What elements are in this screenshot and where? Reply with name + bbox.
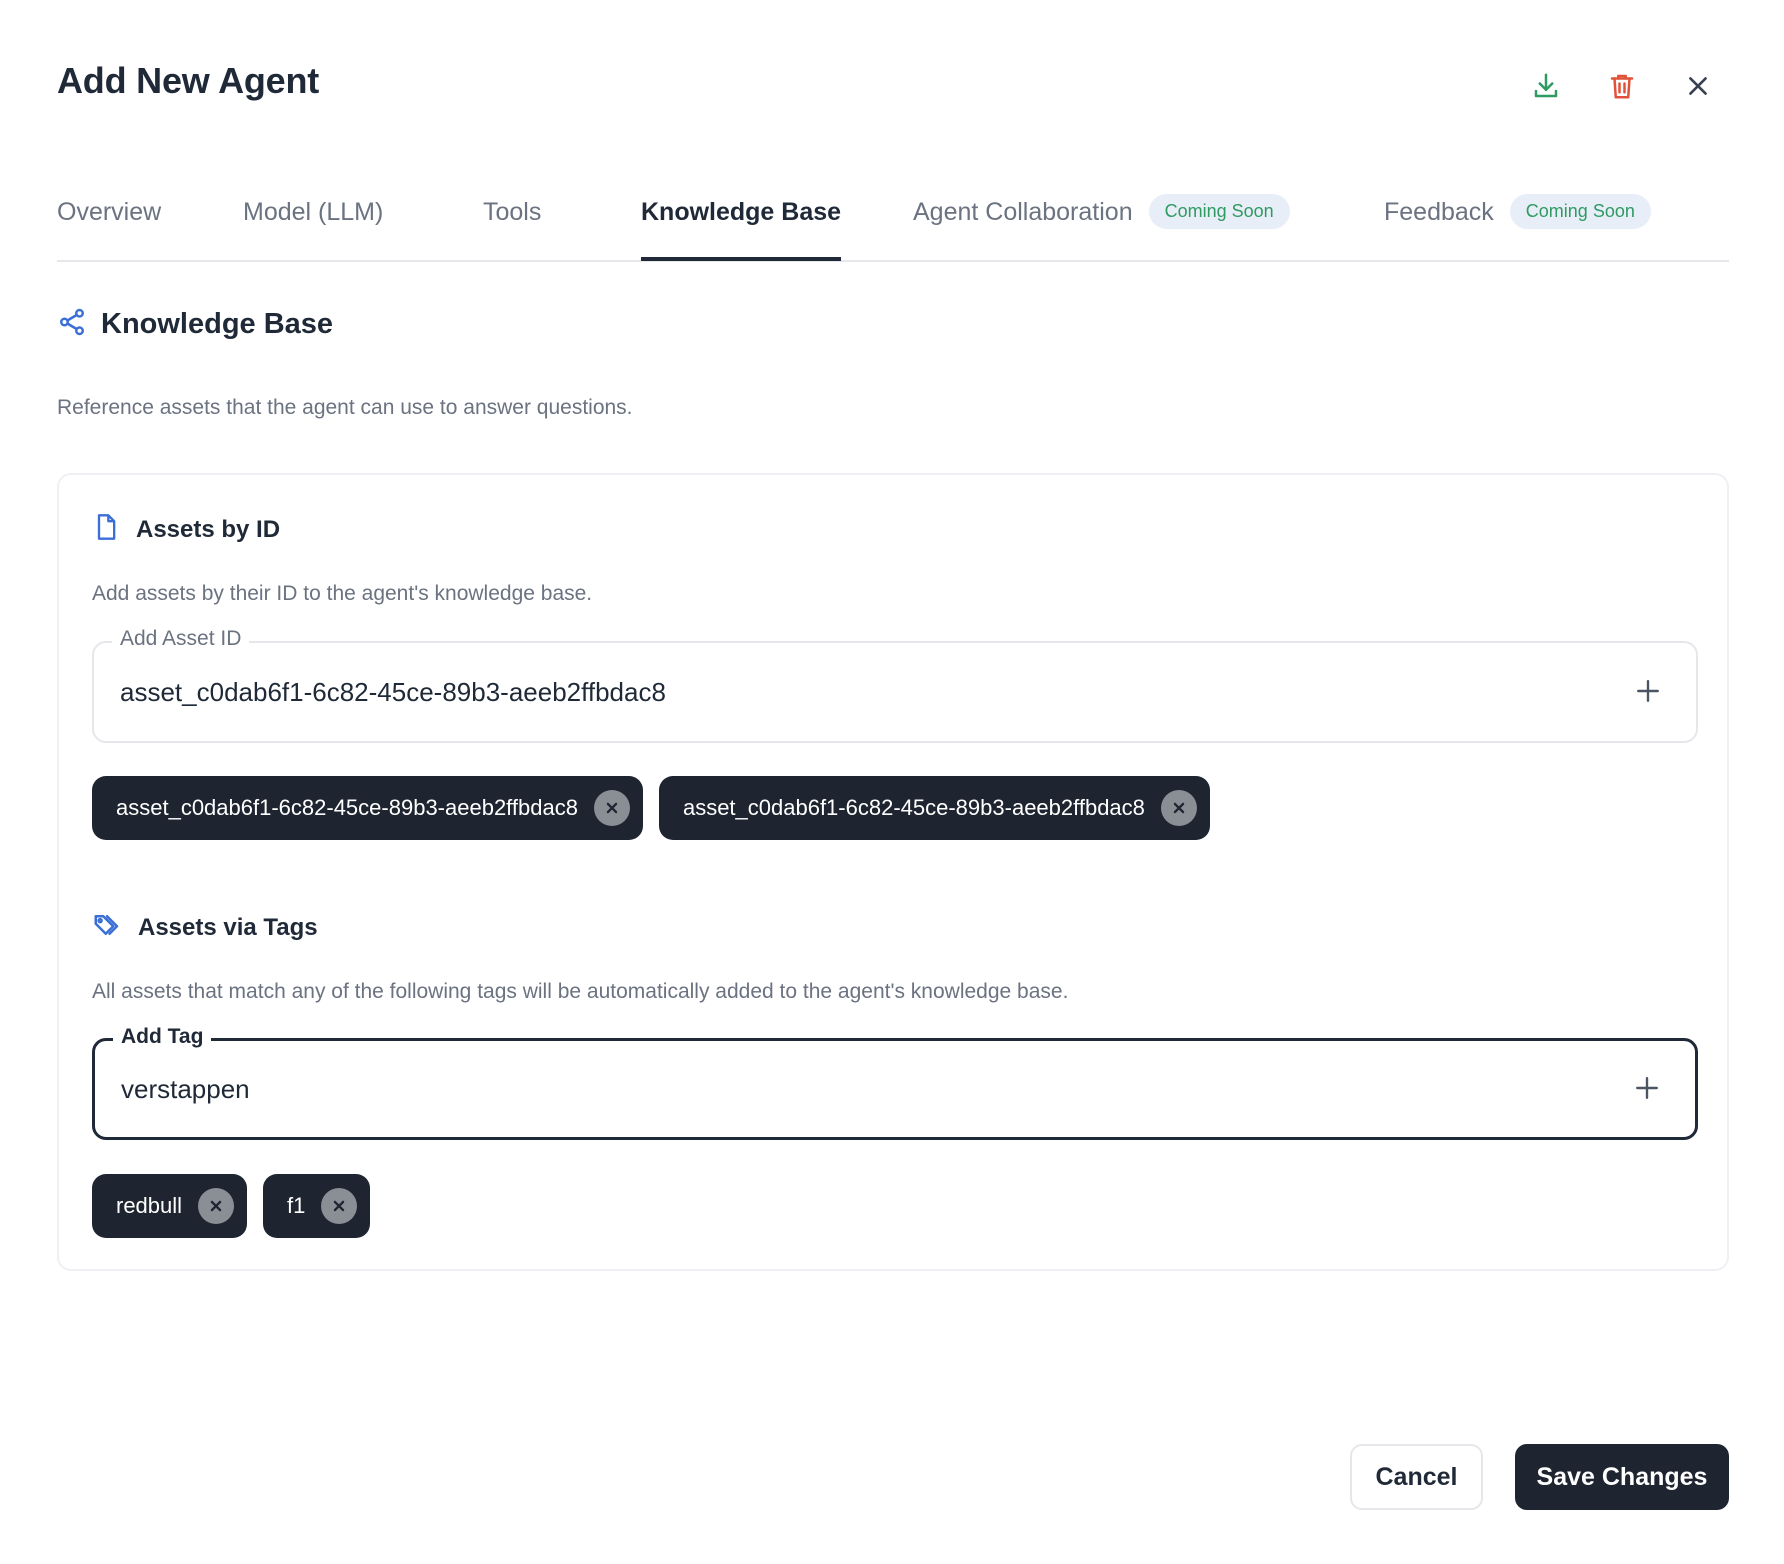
tab-label: Knowledge Base xyxy=(641,198,842,226)
document-icon xyxy=(92,512,120,547)
knowledge-base-card: Assets by ID Add assets by their ID to t… xyxy=(57,473,1729,1271)
tag-chip-label: redbull xyxy=(116,1193,183,1218)
asset-chip-label: asset_c0dab6f1-6c82-45ce-89b3-aeeb2ffbda… xyxy=(682,795,1145,820)
tags-icon xyxy=(92,910,122,945)
tab-label: Overview xyxy=(57,198,162,226)
coming-soon-badge: Coming Soon xyxy=(1148,194,1290,229)
tag-field[interactable]: Add Tag verstappen xyxy=(92,1025,1698,1140)
asset-id-field[interactable]: Add Asset ID asset_c0dab6f1-6c82-45ce-89… xyxy=(92,627,1698,743)
asset-chip-label: asset_c0dab6f1-6c82-45ce-89b3-aeeb2ffbda… xyxy=(116,795,578,820)
assets-by-id-description: Add assets by their ID to the agent's kn… xyxy=(92,582,593,605)
tab-feedback[interactable]: Feedback Coming Soon xyxy=(1384,190,1651,262)
asset-id-field-label: Add Asset ID xyxy=(112,627,250,651)
tab-agent-collaboration[interactable]: Agent Collaboration Coming Soon xyxy=(913,190,1290,262)
tab-label: Tools xyxy=(483,198,542,226)
section-header: Knowledge Base xyxy=(57,307,333,342)
add-tag-icon[interactable] xyxy=(1629,1070,1665,1106)
tag-input[interactable]: verstappen xyxy=(121,1074,250,1105)
share-icon xyxy=(57,307,87,342)
section-title: Knowledge Base xyxy=(101,308,334,340)
dialog-title: Add New Agent xyxy=(57,60,320,101)
tab-knowledge-base[interactable]: Knowledge Base xyxy=(641,190,842,261)
tag-chips: redbull f1 xyxy=(92,1174,371,1238)
tab-label: Feedback xyxy=(1384,198,1494,226)
tab-label: Agent Collaboration xyxy=(913,198,1133,226)
remove-chip-icon[interactable] xyxy=(198,1188,235,1224)
close-icon[interactable] xyxy=(1678,66,1718,106)
tab-bar: Overview Model (LLM) Tools Knowledge Bas… xyxy=(57,190,1729,262)
assets-by-id-title: Assets by ID xyxy=(136,515,281,543)
assets-via-tags-title: Assets via Tags xyxy=(138,913,318,941)
asset-chip: asset_c0dab6f1-6c82-45ce-89b3-aeeb2ffbda… xyxy=(92,776,643,840)
tab-model-llm[interactable]: Model (LLM) xyxy=(243,190,383,262)
section-description: Reference assets that the agent can use … xyxy=(57,396,633,419)
save-changes-button[interactable]: Save Changes xyxy=(1515,1444,1729,1510)
tag-chip: f1 xyxy=(263,1174,371,1238)
download-icon[interactable] xyxy=(1526,66,1566,106)
remove-chip-icon[interactable] xyxy=(1160,790,1197,826)
assets-by-id-header: Assets by ID xyxy=(92,512,280,547)
asset-id-input[interactable]: asset_c0dab6f1-6c82-45ce-89b3-aeeb2ffbda… xyxy=(120,677,666,708)
tag-chip: redbull xyxy=(92,1174,248,1238)
cancel-button[interactable]: Cancel xyxy=(1350,1444,1483,1510)
tab-tools[interactable]: Tools xyxy=(483,190,541,262)
asset-chip: asset_c0dab6f1-6c82-45ce-89b3-aeeb2ffbda… xyxy=(658,776,1210,840)
remove-chip-icon[interactable] xyxy=(593,790,630,826)
trash-icon[interactable] xyxy=(1602,66,1642,106)
coming-soon-badge: Coming Soon xyxy=(1509,194,1651,229)
remove-chip-icon[interactable] xyxy=(321,1188,358,1224)
tag-field-label: Add Tag xyxy=(113,1025,212,1049)
tab-label: Model (LLM) xyxy=(243,198,384,226)
assets-via-tags-description: All assets that match any of the followi… xyxy=(92,980,1069,1003)
add-asset-icon[interactable] xyxy=(1630,673,1666,709)
asset-id-chips: asset_c0dab6f1-6c82-45ce-89b3-aeeb2ffbda… xyxy=(92,776,1210,840)
tag-chip-label: f1 xyxy=(287,1193,306,1218)
tab-overview[interactable]: Overview xyxy=(57,190,161,262)
assets-via-tags-header: Assets via Tags xyxy=(92,910,318,945)
